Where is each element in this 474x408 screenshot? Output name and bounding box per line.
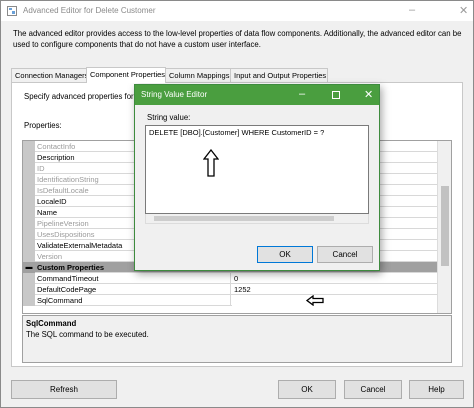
property-help-box: SqlCommand The SQL command to be execute… [22, 315, 452, 363]
string-value-label: String value: [147, 113, 191, 122]
property-row[interactable]: CommandTimeout 0 [23, 273, 439, 284]
horizontal-scrollbar[interactable] [145, 214, 369, 224]
tab-column-mappings[interactable]: Column Mappings [165, 68, 231, 83]
property-name: DefaultCodePage [36, 284, 231, 295]
property-value[interactable]: 0 [232, 273, 439, 284]
property-value[interactable]: 1252 [232, 284, 439, 295]
property-row[interactable]: DefaultCodePage 1252 [23, 284, 439, 295]
close-icon[interactable]: ✕ [459, 4, 468, 17]
ok-button[interactable]: OK [278, 380, 336, 399]
properties-label: Properties: [24, 121, 62, 130]
property-name: SqlCommand [36, 295, 231, 306]
title-bar: Advanced Editor for Delete Customer – ✕ [1, 1, 473, 21]
help-description: The SQL command to be executed. [26, 330, 149, 339]
maximize-icon[interactable] [332, 91, 340, 99]
dialog-cancel-button[interactable]: Cancel [317, 246, 373, 263]
specify-text: Specify advanced properties for t [24, 92, 138, 101]
minimize-icon[interactable]: – [299, 88, 305, 100]
dialog-title: String Value Editor [141, 90, 208, 99]
up-arrow-icon [203, 149, 219, 177]
string-value-editor-dialog: String Value Editor – ✕ String value: OK… [134, 84, 380, 271]
collapse-icon[interactable]: ▬ [23, 262, 35, 273]
property-name: CommandTimeout [36, 273, 231, 284]
app-icon [7, 6, 17, 16]
minimize-icon[interactable]: – [409, 4, 415, 16]
window-description: The advanced editor provides access to t… [13, 29, 462, 49]
window-title: Advanced Editor for Delete Customer [23, 6, 156, 15]
close-icon[interactable]: ✕ [364, 88, 373, 101]
string-value-textarea[interactable] [145, 125, 369, 214]
tab-component-properties[interactable]: Component Properties [86, 67, 166, 83]
vertical-scrollbar[interactable] [437, 141, 451, 313]
dialog-ok-button[interactable]: OK [257, 246, 313, 263]
sqlcommand-value[interactable] [232, 295, 439, 306]
tab-connection-managers[interactable]: Connection Managers [11, 68, 88, 83]
sqlcommand-row[interactable]: SqlCommand [23, 295, 439, 306]
help-title: SqlCommand [26, 319, 77, 328]
tab-input-output-properties[interactable]: Input and Output Properties [230, 68, 328, 83]
advanced-editor-window: Advanced Editor for Delete Customer – ✕ … [0, 0, 474, 408]
help-button[interactable]: Help [409, 380, 464, 399]
cancel-button[interactable]: Cancel [344, 380, 402, 399]
scrollbar-thumb[interactable] [441, 186, 449, 266]
left-arrow-icon [306, 295, 324, 306]
scrollbar-thumb[interactable] [154, 216, 334, 221]
refresh-button[interactable]: Refresh [11, 380, 117, 399]
dialog-title-bar: String Value Editor – ✕ [135, 85, 379, 105]
